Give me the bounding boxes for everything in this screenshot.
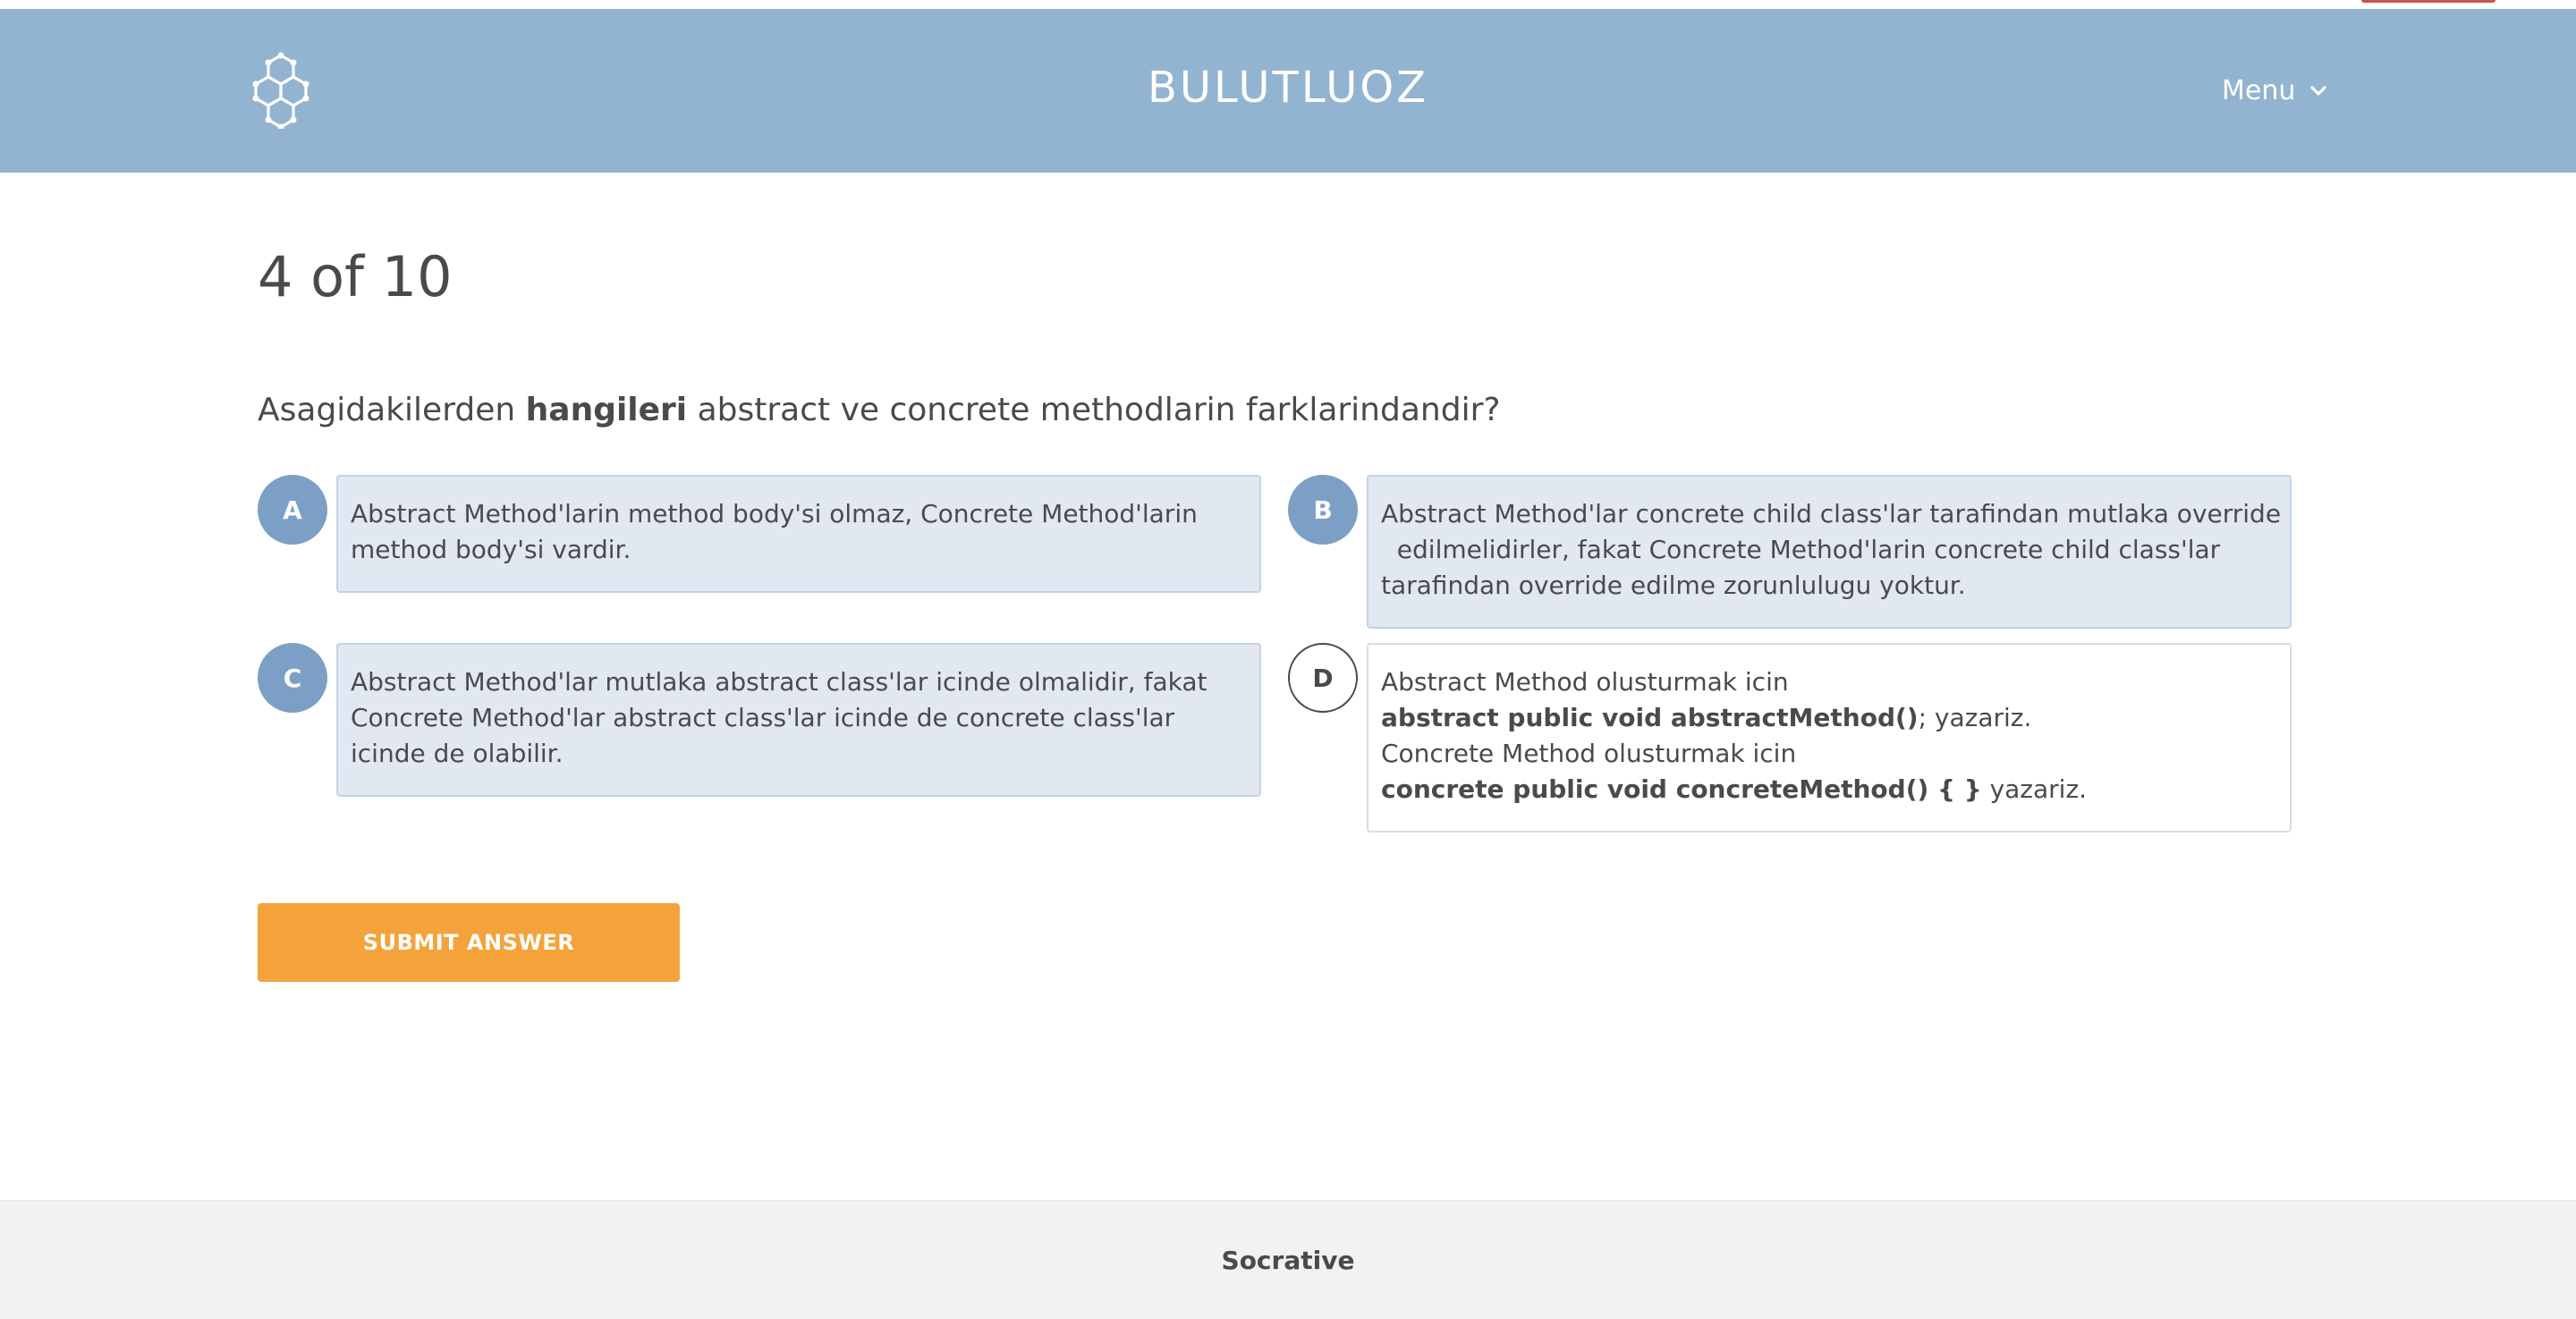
answer-text-c[interactable]: Abstract Method'lar mutlaka abstract cla…: [336, 643, 1261, 797]
question-emphasis: hangileri: [525, 392, 688, 428]
chevron-down-icon: [2310, 85, 2326, 96]
submit-answer-button[interactable]: SUBMIT ANSWER: [258, 903, 680, 982]
top-strip-accent: [2361, 0, 2496, 3]
question-text: Asagidakilerden hangileri abstract ve co…: [258, 392, 1501, 428]
answer-b-line-1: Abstract Method'lar concrete child class…: [1381, 499, 2282, 528]
app-header: BULUTLUOZ Menu: [0, 9, 2576, 173]
answer-d-line-4-rest: yazariz.: [1981, 774, 2088, 804]
answer-text-b[interactable]: Abstract Method'lar concrete child class…: [1367, 475, 2292, 629]
question-suffix: abstract ve concrete methodlarin farklar…: [687, 392, 1501, 428]
answer-text-d[interactable]: Abstract Method olusturmak icin abstract…: [1367, 643, 2292, 833]
question-progress: 4 of 10: [258, 244, 453, 309]
page-footer: Socrative: [0, 1200, 2576, 1319]
answer-d-line-3: Concrete Method olusturmak icin: [1381, 739, 1797, 768]
top-strip: [0, 0, 2576, 9]
answer-text-a[interactable]: Abstract Method'larin method body'si olm…: [336, 475, 1261, 593]
answer-d-line-1: Abstract Method olusturmak icin: [1381, 667, 1789, 697]
answer-d-code-concrete: concrete public void concreteMethod() { …: [1381, 774, 1982, 804]
answer-d-line-2-rest: ; yazariz.: [1918, 703, 2032, 732]
answer-d-line-2: abstract public void abstractMethod(); y…: [1381, 700, 2277, 736]
brand-title: BULUTLUOZ: [1147, 63, 1428, 113]
answer-b-line-2: edilmelidirler, fakat Concrete Method'la…: [1381, 535, 2221, 564]
answer-letter-a[interactable]: A: [258, 475, 327, 545]
answer-letter-b[interactable]: B: [1288, 475, 1358, 545]
question-prefix: Asagidakilerden: [258, 392, 526, 428]
menu-button[interactable]: Menu: [2222, 75, 2327, 106]
answer-d-code-abstract: abstract public void abstractMethod(): [1381, 703, 1919, 732]
menu-label: Menu: [2222, 75, 2296, 106]
answer-letter-d[interactable]: D: [1288, 643, 1358, 713]
answer-b-line-3: tarafindan override edilme zorunlulugu y…: [1381, 571, 1966, 600]
answer-d-line-4: concrete public void concreteMethod() { …: [1381, 772, 2277, 807]
answer-letter-c[interactable]: C: [258, 643, 327, 713]
footer-brand: Socrative: [1221, 1246, 1355, 1275]
